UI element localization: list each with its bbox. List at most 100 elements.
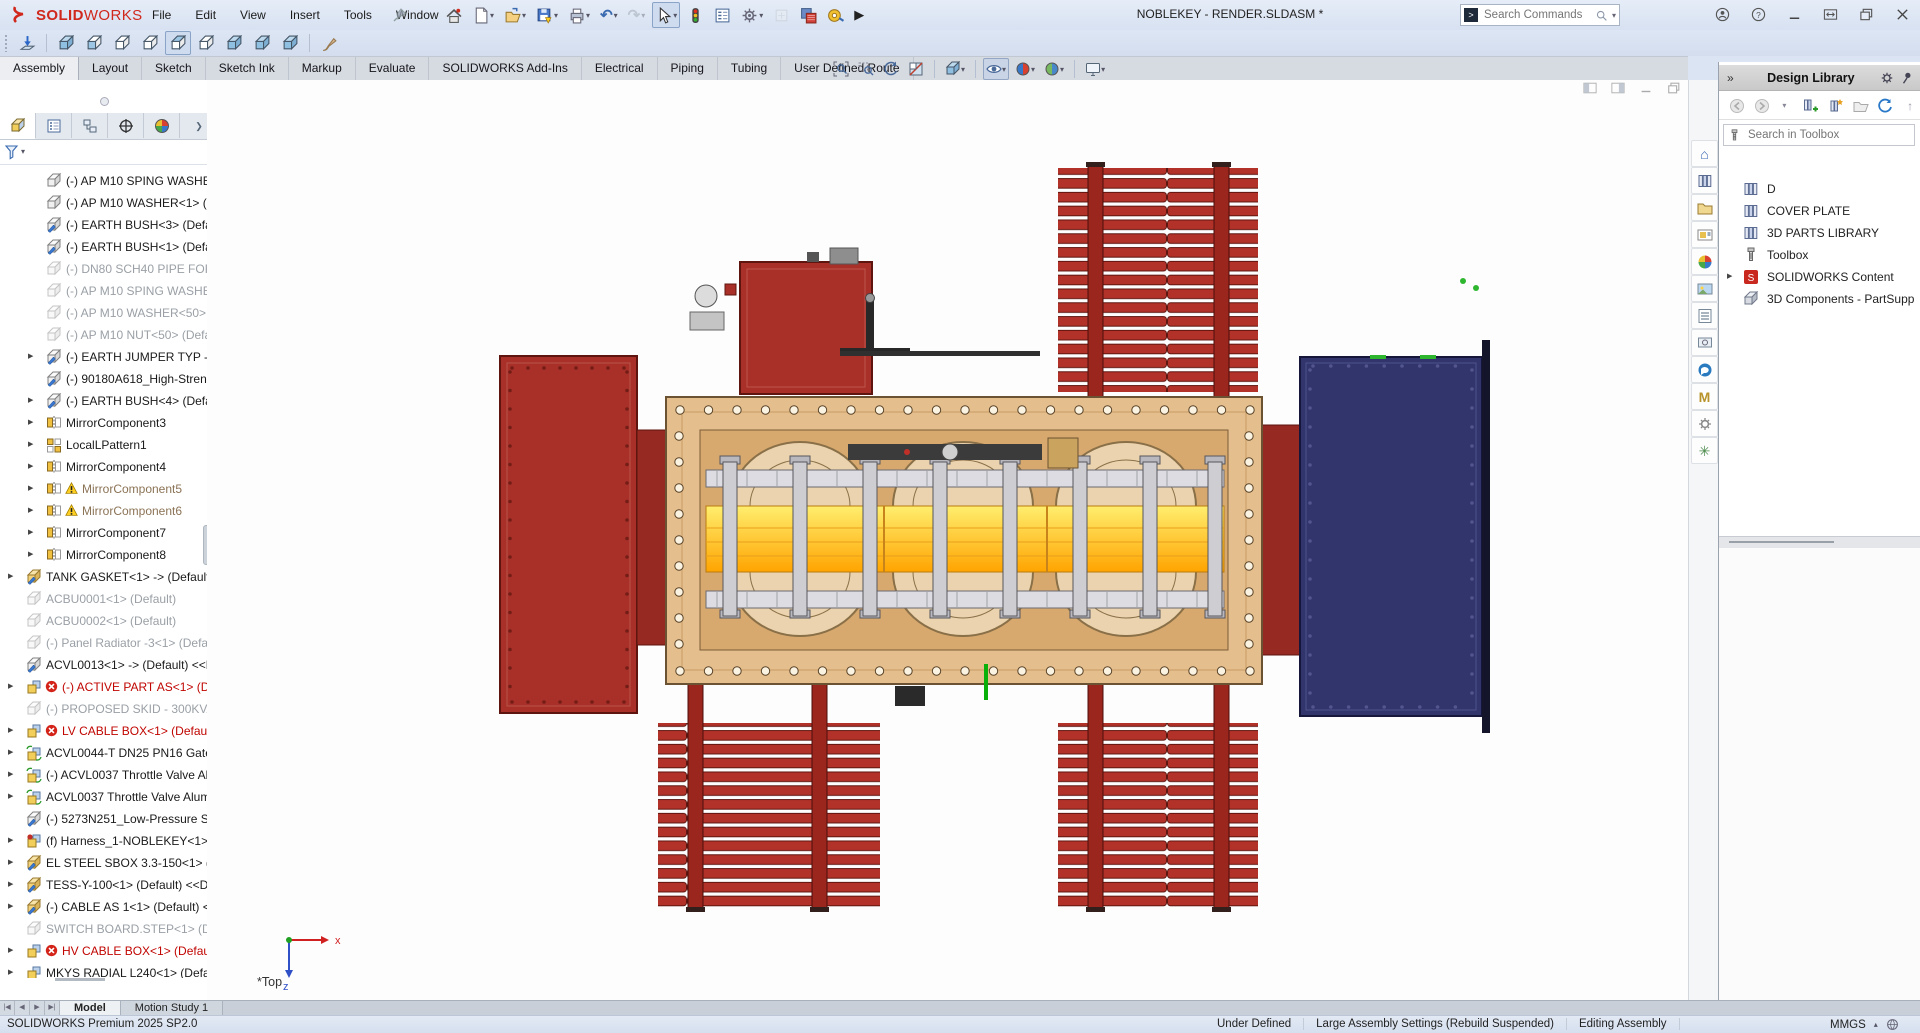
tree-item[interactable]: (-) AP M10 WASHER<50> (De (0, 302, 207, 324)
tree-item[interactable]: ▶LocalLPattern1 (0, 434, 207, 456)
expander-icon[interactable]: ▶ (28, 352, 33, 360)
tab-scroll-last[interactable]: ▶| (45, 1001, 60, 1015)
expander-icon[interactable]: ▶ (8, 880, 13, 888)
xpert-tools-button[interactable] (684, 2, 707, 28)
library-item[interactable]: 3D PARTS LIBRARY (1719, 222, 1920, 244)
tab-scroll-first[interactable]: |◀ (0, 1001, 15, 1015)
view-left-button[interactable] (109, 31, 135, 55)
tree-item[interactable]: (-) AP M10 WASHER<1> (Def (0, 192, 207, 214)
expander-icon[interactable]: ▶ (8, 968, 13, 976)
search-commands-input[interactable] (1482, 8, 1591, 22)
menu-file[interactable]: File (140, 6, 183, 24)
conservator-fitting[interactable] (830, 248, 858, 264)
expander-icon[interactable]: ▶ (8, 748, 13, 756)
view-palette-pane-button[interactable] (1691, 221, 1718, 248)
library-item[interactable]: COVER PLATE (1719, 200, 1920, 222)
menu-insert[interactable]: Insert (278, 6, 332, 24)
search-icon[interactable] (1595, 9, 1608, 22)
tree-item[interactable]: (-) AP M10 SPING WASHER<5 (0, 280, 207, 302)
panel-tab-propertymanager[interactable] (36, 113, 72, 138)
community-forum-pane-button[interactable] (1691, 356, 1718, 383)
tree-item[interactable]: ▶HV CABLE BOX<1> (Default) (0, 940, 207, 962)
doc-tab-motion-study-1[interactable]: Motion Study 1 (121, 1001, 223, 1015)
file-explorer-pane-button[interactable] (1691, 194, 1718, 221)
add-file-location-button[interactable] (1801, 96, 1821, 116)
expander-icon[interactable]: ▶ (8, 902, 13, 910)
settings-resources-pane-button[interactable]: ✳ (1691, 437, 1718, 464)
panel-tabs-overflow-icon[interactable]: ❯ (191, 113, 207, 139)
display-style-button[interactable]: ▾ (942, 58, 968, 80)
back-button[interactable] (1727, 96, 1747, 116)
menu-view[interactable]: View (228, 6, 278, 24)
previous-view-button[interactable] (880, 58, 902, 80)
tree-item[interactable]: ▶LV CABLE BOX<1> (Default) (0, 720, 207, 742)
toolbox-search-box[interactable] (1723, 124, 1915, 146)
tree-item[interactable]: (-) AP M10 NUT<50> (Defaul (0, 324, 207, 346)
hv-cable-box[interactable] (1300, 357, 1482, 716)
expander-icon[interactable]: ▶ (28, 418, 33, 426)
expander-icon[interactable]: ▶ (8, 946, 13, 954)
search-scope-caret[interactable]: ▾ (1612, 11, 1616, 20)
expander-icon[interactable]: ▶ (8, 682, 13, 690)
refresh-button[interactable] (1876, 96, 1896, 116)
toolbox-search-input[interactable] (1746, 128, 1910, 142)
screen-capture-pane-button[interactable] (1691, 329, 1718, 356)
expander-icon[interactable]: ▶ (8, 770, 13, 778)
view-dimetric-button[interactable] (277, 31, 303, 55)
tree-item[interactable]: ▶MirrorComponent4 (0, 456, 207, 478)
tab-tubing[interactable]: Tubing (718, 57, 781, 80)
tree-item[interactable]: ACBU0002<1> (Default) (0, 610, 207, 632)
tree-item[interactable]: ▶MirrorComponent7 (0, 522, 207, 544)
tree-item[interactable]: ACBU0001<1> (Default) (0, 588, 207, 610)
expander-icon[interactable]: ▶ (28, 396, 33, 404)
graphics-viewport[interactable]: x z *Top (207, 80, 1688, 1000)
tree-item[interactable]: (-) Panel Radiator -3<1> (Defa (0, 632, 207, 654)
edit-appearance-brush-button[interactable] (316, 31, 342, 55)
redo-button[interactable]: ↷▾ (625, 2, 649, 28)
tree-item[interactable]: ▶MKYS RADIAL L240<1> (Defa (0, 962, 207, 978)
content-central-pane-button[interactable]: M (1691, 383, 1718, 410)
tree-item[interactable]: ▶ACVL0037 Throttle Valve Alumiur (0, 786, 207, 808)
tree-item[interactable]: (-) EARTH BUSH<3> (Default (0, 214, 207, 236)
tree-item[interactable]: ▶(-) EARTH JUMPER TYP - 1<1 (0, 346, 207, 368)
expander-icon[interactable]: ▶ (28, 462, 33, 470)
tab-piping[interactable]: Piping (658, 57, 718, 80)
tree-item[interactable]: (-) PROPOSED SKID - 300KVA<1 (0, 698, 207, 720)
open-document-button[interactable]: ▾ (501, 2, 529, 28)
apply-scene-button[interactable]: ▾ (1041, 58, 1067, 80)
new-document-button[interactable]: ▾ (469, 2, 497, 28)
hide-show-items-button[interactable]: ▾ (983, 58, 1009, 80)
tree-item[interactable]: (-) AP M10 SPING WASHER<1 (0, 170, 207, 192)
menu-tools[interactable]: Tools (332, 6, 384, 24)
open-folder-button[interactable] (1851, 96, 1871, 116)
tab-sketch-ink[interactable]: Sketch Ink (206, 57, 289, 80)
panel-tab-dimxpertmanager[interactable] (108, 113, 144, 138)
panel-handle-dot[interactable] (100, 97, 109, 106)
panel-tab-displaymanager[interactable] (144, 113, 180, 138)
search-commands-box[interactable]: > ▾ (1460, 4, 1620, 26)
run-macro-button[interactable]: ▶ (851, 2, 867, 28)
tree-item[interactable]: (-) 90180A618_High-Strength (0, 368, 207, 390)
expander-icon[interactable]: ▶ (28, 506, 33, 514)
expander-icon[interactable]: ▶ (28, 528, 33, 536)
unit-caret-icon[interactable]: ▴ (1874, 1020, 1878, 1029)
tag-icon[interactable] (1886, 1018, 1899, 1031)
expander-icon[interactable]: ▶ (8, 858, 13, 866)
assembly-model[interactable]: x z *Top (207, 80, 1688, 1000)
add-to-library-button[interactable] (1826, 96, 1846, 116)
unit-system[interactable]: MMGS ▴ (1830, 1018, 1899, 1031)
library-item[interactable]: ▶SSOLIDWORKS Content (1719, 266, 1920, 288)
tab-scroll-next[interactable]: ▶ (30, 1001, 45, 1015)
tree-item[interactable]: ▶TESS-Y-100<1> (Default) <<Defa (0, 874, 207, 896)
restore-button[interactable] (1854, 3, 1878, 25)
home-button[interactable] (442, 2, 465, 28)
section-view-button[interactable] (905, 58, 927, 80)
menu-edit[interactable]: Edit (183, 6, 228, 24)
appearances-pane-button[interactable] (1691, 248, 1718, 275)
minimize-doc-button[interactable] (1637, 80, 1655, 96)
save-button[interactable]: ▾ (533, 2, 561, 28)
tab-layout[interactable]: Layout (79, 57, 142, 80)
panel-tab-featuremanager-design-tree[interactable] (0, 113, 36, 139)
edit-appearance-ball-button[interactable]: ▾ (1012, 58, 1038, 80)
tree-horizontal-scrollbar[interactable] (55, 978, 105, 981)
